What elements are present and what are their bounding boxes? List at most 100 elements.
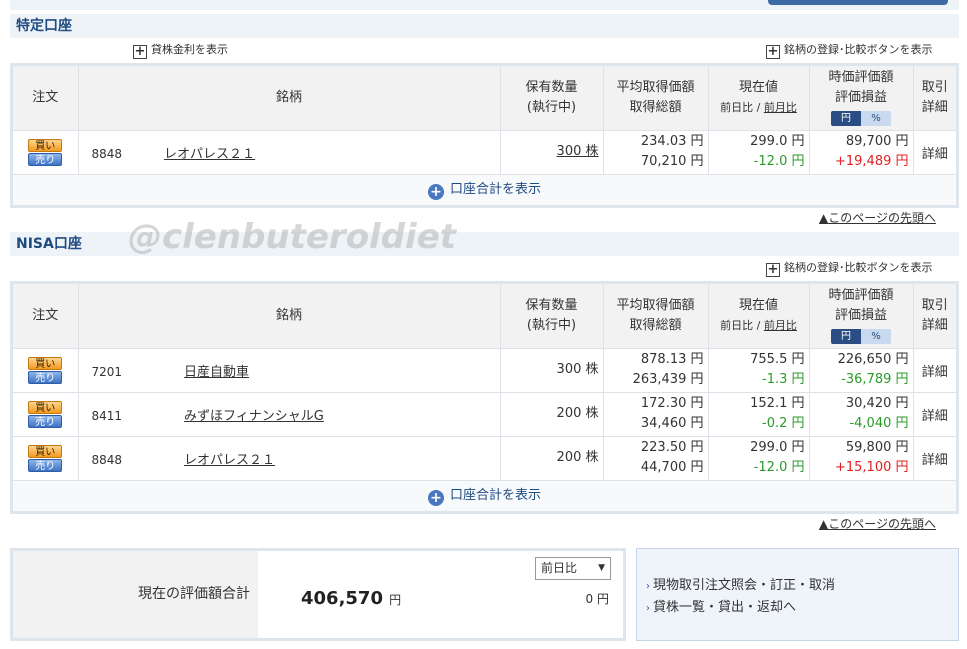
col-order: 注文 — [13, 284, 79, 349]
register-compare-label: 銘柄の登録･比較ボタンを表示 — [784, 261, 933, 274]
detail-link[interactable]: 詳細 — [922, 365, 948, 380]
compare-select[interactable]: 前日比 ▼ — [535, 557, 611, 580]
quantity: 200 株 — [556, 450, 599, 465]
price-change: -0.2 円 — [762, 416, 805, 431]
detail-link[interactable]: 詳細 — [922, 409, 948, 424]
avg-price: 172.30 円 — [640, 396, 704, 411]
stock-lending-link[interactable]: › 貸株一覧・貸出・返却へ — [646, 597, 958, 619]
evaluation-value-area: 406,570 円 前日比 ▼ 0 円 — [258, 551, 623, 638]
col-brand: 銘柄 — [78, 284, 501, 349]
sell-button[interactable]: 売り — [28, 370, 63, 384]
stock-name-link[interactable]: レオパレス２１ — [164, 147, 255, 162]
section-title-tokutei: 特定口座 — [10, 14, 959, 38]
col-order: 注文 — [13, 66, 79, 131]
total-cost: 34,460 円 — [640, 416, 704, 431]
month-compare-link[interactable]: 前月比 — [764, 101, 797, 114]
current-price: 299.0 円 — [750, 134, 805, 149]
lending-rate-toggle[interactable]: + 貸株金利を表示 — [133, 42, 228, 59]
plus-circle-icon: + — [427, 489, 444, 506]
market-value: 226,650 円 — [837, 352, 909, 367]
col-price: 現在値 前日比 / 前月比 — [708, 66, 810, 131]
month-compare-link[interactable]: 前月比 — [764, 319, 797, 332]
lending-rate-label: 貸株金利を表示 — [151, 43, 228, 56]
tokutei-holdings-table: 注文 銘柄 保有数量 (執行中) 平均取得価額 取得総額 現在値 前日比 / 前月比 … — [10, 63, 959, 208]
buy-button[interactable]: 買い — [28, 138, 63, 152]
table-row: 買い 売り 7201 日産自動車 300 株 878.13 円 263,439 円 7… — [13, 348, 956, 393]
quantity: 200 株 — [556, 406, 599, 421]
avg-price: 223.50 円 — [640, 440, 704, 455]
profit-loss: -4,040 円 — [849, 416, 909, 431]
sell-button[interactable]: 売り — [28, 414, 63, 428]
sell-button[interactable]: 売り — [28, 458, 63, 472]
col-avg: 平均取得価額 取得総額 — [603, 66, 709, 131]
stock-code: 7201 — [91, 364, 123, 379]
col-qty: 保有数量 (執行中) — [500, 66, 604, 131]
total-cost: 70,210 円 — [640, 154, 704, 169]
profit-loss: +19,489 円 — [834, 154, 909, 169]
stock-name-link[interactable]: みずほフィナンシャルG — [184, 409, 324, 424]
yen-percent-toggle[interactable]: 円% — [831, 328, 891, 344]
stock-name-link[interactable]: レオパレス２１ — [184, 453, 275, 468]
quantity-link[interactable]: 300 株 — [557, 144, 599, 159]
col-avg: 平均取得価額 取得総額 — [603, 284, 709, 349]
profit-loss: -36,789 円 — [841, 372, 909, 387]
yen-percent-toggle[interactable]: 円% — [831, 110, 891, 126]
table-row: 買い 売り 8848 レオパレス２１ 200 株 223.50 円 44,700 円 … — [13, 436, 956, 481]
page-top-link[interactable]: ▲このページの先頭へ — [819, 209, 936, 226]
price-change: -12.0 円 — [753, 154, 805, 169]
evaluation-total-box: 現在の評価額合計 406,570 円 前日比 ▼ 0 円 — [10, 548, 626, 641]
table-row: 買い 売り 8848 レオパレス２１ 300 株 234.03 円 70,210 円 … — [13, 130, 956, 175]
buy-button[interactable]: 買い — [28, 356, 63, 370]
col-price: 現在値 前日比 / 前月比 — [708, 284, 810, 349]
page-top-link[interactable]: ▲このページの先頭へ — [819, 515, 936, 532]
account-summary-label: 口座合計を表示 — [449, 487, 541, 503]
avg-price: 234.03 円 — [640, 134, 704, 149]
col-brand: 銘柄 — [78, 66, 501, 131]
market-value: 30,420 円 — [845, 396, 909, 411]
col-qty: 保有数量 (執行中) — [500, 284, 604, 349]
col-market-value: 時価評価額 評価損益 円% — [809, 66, 914, 131]
table-row: 買い 売り 8411 みずほフィナンシャルG 200 株 172.30 円 34,46… — [13, 392, 956, 437]
arrow-right-icon: › — [646, 581, 650, 592]
buy-button[interactable]: 買い — [28, 444, 63, 458]
col-trade: 取引 詳細 — [913, 284, 956, 349]
plus-icon: + — [766, 44, 780, 59]
order-inquiry-link[interactable]: › 現物取引注文照会・訂正・取消 — [646, 575, 958, 597]
total-cost: 263,439 円 — [632, 372, 704, 387]
account-summary-label: 口座合計を表示 — [449, 181, 541, 197]
section-title-nisa: NISA口座 — [10, 232, 959, 256]
price-change: -12.0 円 — [753, 460, 805, 475]
current-price: 755.5 円 — [750, 352, 805, 367]
stock-code: 8848 — [91, 146, 123, 161]
col-trade: 取引 詳細 — [913, 66, 956, 131]
plus-icon: + — [766, 262, 780, 277]
detail-link[interactable]: 詳細 — [922, 453, 948, 468]
current-price: 299.0 円 — [750, 440, 805, 455]
register-compare-toggle[interactable]: + 銘柄の登録･比較ボタンを表示 — [766, 42, 933, 59]
compare-value: 0 円 — [585, 592, 609, 606]
sell-button[interactable]: 売り — [28, 152, 63, 166]
stock-name-link[interactable]: 日産自動車 — [184, 365, 249, 380]
evaluation-label: 現在の評価額合計 — [13, 551, 258, 638]
account-summary-toggle[interactable]: + 口座合計を表示 — [13, 174, 956, 205]
detail-link[interactable]: 詳細 — [922, 147, 948, 162]
col-market-value: 時価評価額 評価損益 円% — [809, 284, 914, 349]
current-price: 152.1 円 — [750, 396, 805, 411]
chevron-down-icon: ▼ — [598, 563, 605, 573]
arrow-right-icon: › — [646, 603, 650, 614]
buy-button[interactable]: 買い — [28, 400, 63, 414]
plus-icon: + — [133, 44, 147, 59]
market-value: 89,700 円 — [845, 134, 909, 149]
profit-loss: +15,100 円 — [834, 460, 909, 475]
register-compare-label: 銘柄の登録･比較ボタンを表示 — [784, 43, 933, 56]
account-summary-toggle[interactable]: + 口座合計を表示 — [13, 480, 956, 511]
quantity: 300 株 — [556, 362, 599, 377]
total-cost: 44,700 円 — [640, 460, 704, 475]
register-compare-toggle-nisa[interactable]: + 銘柄の登録･比較ボタンを表示 — [766, 260, 933, 277]
nisa-holdings-table: 注文 銘柄 保有数量 (執行中) 平均取得価額 取得総額 現在値 前日比 / 前月比 … — [10, 281, 959, 514]
stock-code: 8848 — [91, 452, 123, 467]
price-change: -1.3 円 — [762, 372, 805, 387]
market-value: 59,800 円 — [845, 440, 909, 455]
evaluation-total-value: 406,570 — [301, 588, 383, 609]
top-button[interactable] — [768, 0, 948, 5]
